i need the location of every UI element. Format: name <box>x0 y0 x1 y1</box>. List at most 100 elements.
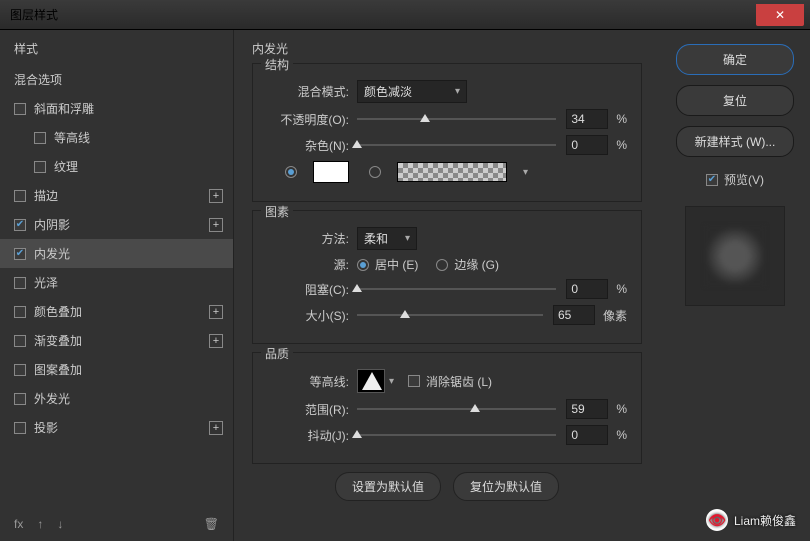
chevron-down-icon: ▾ <box>455 86 460 97</box>
sidebar-item[interactable]: 颜色叠加 + <box>0 297 233 326</box>
sidebar-blend-label: 混合选项 <box>14 71 62 88</box>
center-panel: 内发光 结构 混合模式: 颜色减淡▾ 不透明度(O): 34 % 杂色(N): … <box>234 30 660 541</box>
choke-unit: % <box>616 282 627 296</box>
effect-checkbox[interactable] <box>14 364 26 376</box>
sidebar-item[interactable]: 纹理 <box>0 152 233 181</box>
quality-group: 品质 等高线: ▾ 消除锯齿 (L) 范围(R): 59 % 抖动(J): 0 … <box>252 352 642 464</box>
sidebar-item-label: 光泽 <box>34 274 58 291</box>
structure-group-title: 结构 <box>261 56 293 73</box>
source-edge-label: 边缘 (G) <box>454 256 499 273</box>
contour-picker[interactable] <box>357 369 385 393</box>
plus-icon[interactable]: + <box>209 189 223 203</box>
sidebar-styles-header[interactable]: 样式 <box>0 30 233 65</box>
effect-checkbox[interactable] <box>14 422 26 434</box>
sidebar-item[interactable]: 投影+ <box>0 413 233 442</box>
make-default-button[interactable]: 设置为默认值 <box>335 472 441 501</box>
chevron-down-icon[interactable]: ▾ <box>389 376 394 387</box>
arrow-down-icon[interactable]: ↓ <box>57 517 63 531</box>
preview-label: 预览(V) <box>724 171 764 188</box>
fx-icon[interactable]: fx <box>14 517 23 531</box>
sidebar-item-label: 渐变叠加 <box>34 332 82 349</box>
blend-mode-label: 混合模式: <box>267 83 349 100</box>
effect-checkbox[interactable] <box>14 306 26 318</box>
chevron-down-icon[interactable]: ▾ <box>523 167 528 178</box>
technique-select[interactable]: 柔和▾ <box>357 227 417 250</box>
blend-mode-select[interactable]: 颜色减淡▾ <box>357 80 467 103</box>
sidebar-item-label: 纹理 <box>54 158 78 175</box>
effect-checkbox[interactable] <box>14 277 26 289</box>
jitter-label: 抖动(J): <box>267 427 349 444</box>
effect-checkbox[interactable] <box>34 132 46 144</box>
noise-slider[interactable] <box>357 137 556 153</box>
watermark: 👁 Liam赖俊鑫 <box>706 509 796 531</box>
range-slider[interactable] <box>357 401 556 417</box>
sidebar-item-label: 外发光 <box>34 390 70 407</box>
ok-button[interactable]: 确定 <box>676 44 794 75</box>
jitter-unit: % <box>616 428 627 442</box>
sidebar-item[interactable]: 等高线 <box>0 123 233 152</box>
reset-default-button[interactable]: 复位为默认值 <box>453 472 559 501</box>
noise-input[interactable]: 0 <box>566 135 608 155</box>
choke-slider[interactable] <box>357 281 556 297</box>
arrow-up-icon[interactable]: ↑ <box>37 517 43 531</box>
noise-label: 杂色(N): <box>267 137 349 154</box>
gradient-radio[interactable] <box>369 166 381 178</box>
sidebar-item[interactable]: 内阴影+ <box>0 210 233 239</box>
window-title: 图层样式 <box>10 6 58 23</box>
jitter-slider[interactable] <box>357 427 556 443</box>
contour-label: 等高线: <box>267 373 349 390</box>
range-input[interactable]: 59 <box>566 399 608 419</box>
sidebar-blend-options[interactable]: 混合选项 <box>0 65 233 94</box>
effect-checkbox[interactable] <box>34 161 46 173</box>
main-content: 样式 混合选项 斜面和浮雕等高线纹理描边+内阴影+内发光光泽颜色叠加 + 渐变叠加 +… <box>0 30 810 541</box>
effect-checkbox[interactable] <box>14 190 26 202</box>
close-button[interactable]: ✕ <box>756 4 804 26</box>
sidebar-item[interactable]: 描边+ <box>0 181 233 210</box>
new-style-button[interactable]: 新建样式 (W)... <box>676 126 794 157</box>
sidebar-item[interactable]: 斜面和浮雕 <box>0 94 233 123</box>
effect-checkbox[interactable] <box>14 335 26 347</box>
right-column: 确定 复位 新建样式 (W)... 预览(V) <box>660 30 810 541</box>
sidebar-footer: fx ↑ ↓ 🗑 <box>0 507 233 541</box>
anti-alias-label: 消除锯齿 (L) <box>426 373 492 390</box>
sidebar-item-label: 等高线 <box>54 129 90 146</box>
close-icon: ✕ <box>775 8 785 22</box>
size-input[interactable]: 65 <box>553 305 595 325</box>
effect-checkbox[interactable] <box>14 393 26 405</box>
sidebar-item[interactable]: 渐变叠加 + <box>0 326 233 355</box>
sidebar-item-label: 颜色叠加 <box>34 303 82 320</box>
trash-icon[interactable]: 🗑 <box>204 517 219 531</box>
size-slider[interactable] <box>357 307 543 323</box>
preview-box <box>685 206 785 306</box>
opacity-unit: % <box>616 112 627 126</box>
plus-icon[interactable]: + <box>209 218 223 232</box>
color-radio[interactable] <box>285 166 297 178</box>
cancel-button[interactable]: 复位 <box>676 85 794 116</box>
effect-checkbox[interactable] <box>14 219 26 231</box>
noise-unit: % <box>616 138 627 152</box>
anti-alias-checkbox[interactable] <box>408 375 420 387</box>
plus-icon[interactable]: + <box>209 421 223 435</box>
weibo-icon: 👁 <box>706 509 728 531</box>
sidebar-item-label: 斜面和浮雕 <box>34 100 94 117</box>
effect-checkbox[interactable] <box>14 103 26 115</box>
effect-checkbox[interactable] <box>14 248 26 260</box>
sidebar-item[interactable]: 内发光 <box>0 239 233 268</box>
chevron-down-icon: ▾ <box>405 233 410 244</box>
sidebar-item[interactable]: 光泽 <box>0 268 233 297</box>
plus-icon[interactable]: + <box>209 334 223 348</box>
source-label: 源: <box>267 256 349 273</box>
choke-input[interactable]: 0 <box>566 279 608 299</box>
preview-checkbox[interactable] <box>706 174 718 186</box>
gradient-swatch[interactable] <box>397 162 507 182</box>
plus-icon[interactable]: + <box>209 305 223 319</box>
source-center-radio[interactable] <box>357 259 369 271</box>
opacity-input[interactable]: 34 <box>566 109 608 129</box>
color-swatch[interactable] <box>313 161 349 183</box>
jitter-input[interactable]: 0 <box>566 425 608 445</box>
opacity-label: 不透明度(O): <box>267 111 349 128</box>
opacity-slider[interactable] <box>357 111 556 127</box>
sidebar-item[interactable]: 图案叠加 <box>0 355 233 384</box>
source-edge-radio[interactable] <box>436 259 448 271</box>
sidebar-item[interactable]: 外发光 <box>0 384 233 413</box>
